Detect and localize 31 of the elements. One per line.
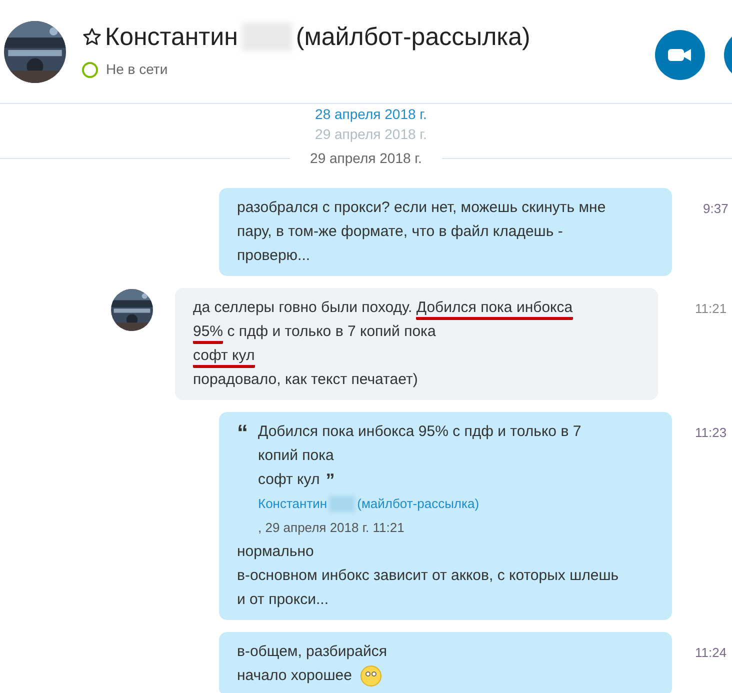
close-quote-mark: ” xyxy=(326,469,335,492)
underlined-text: софт кул xyxy=(193,347,255,368)
message-text: нормально xyxy=(237,542,315,562)
message-time: 11:21 xyxy=(695,300,727,318)
message-text: порадовало, как текст печатает) xyxy=(193,370,419,390)
date-label: 29 апреля 2018 г. xyxy=(315,125,427,144)
message-text: разобрался с прокси? если нет, можешь скинуть мне пару, в том-же формате, что в файл кладешь - проверю... xyxy=(237,198,607,266)
quote-meta: , 29 апреля 2018 г. 11:21 xyxy=(258,519,404,537)
message-text: да селлеры говно были походу. Добился пока инбокса xyxy=(193,296,598,320)
underlined-text: Добился пока инбокса xyxy=(416,299,573,320)
open-quote-mark: “ xyxy=(237,420,249,447)
message-text: начало хорошее xyxy=(237,664,622,688)
quote-author-link[interactable]: Константин xyxy=(258,492,328,516)
message-time: 11:24 xyxy=(695,644,727,662)
quote-author-link[interactable]: (майлбот-рассылка) xyxy=(357,492,480,516)
date-label: 28 апреля 2018 г. xyxy=(315,105,427,124)
message-text: 95% с пдф и только в 7 копий пока xyxy=(193,320,598,344)
message-time: 11:23 xyxy=(695,424,727,442)
date-divider: 29 апреля 2018 г. xyxy=(309,148,423,168)
message-text: в-общем, разбирайся xyxy=(237,642,388,662)
underlined-text: 95% xyxy=(193,323,224,344)
video-camera-icon xyxy=(668,47,692,63)
status-text: Не в сети xyxy=(106,60,168,79)
message-text: в-основном инбокс зависит от акков, с которых шлешь и от прокси... xyxy=(237,566,620,610)
contact-name: (майлбот-рассылка) xyxy=(296,24,530,50)
video-call-button[interactable] xyxy=(655,30,705,80)
message-time: 9:37 xyxy=(703,200,728,218)
redaction-blur xyxy=(329,496,356,512)
star-icon[interactable] xyxy=(82,27,102,47)
quoted-text: софт кул xyxy=(258,470,320,490)
contact-name: Константин xyxy=(105,24,238,50)
